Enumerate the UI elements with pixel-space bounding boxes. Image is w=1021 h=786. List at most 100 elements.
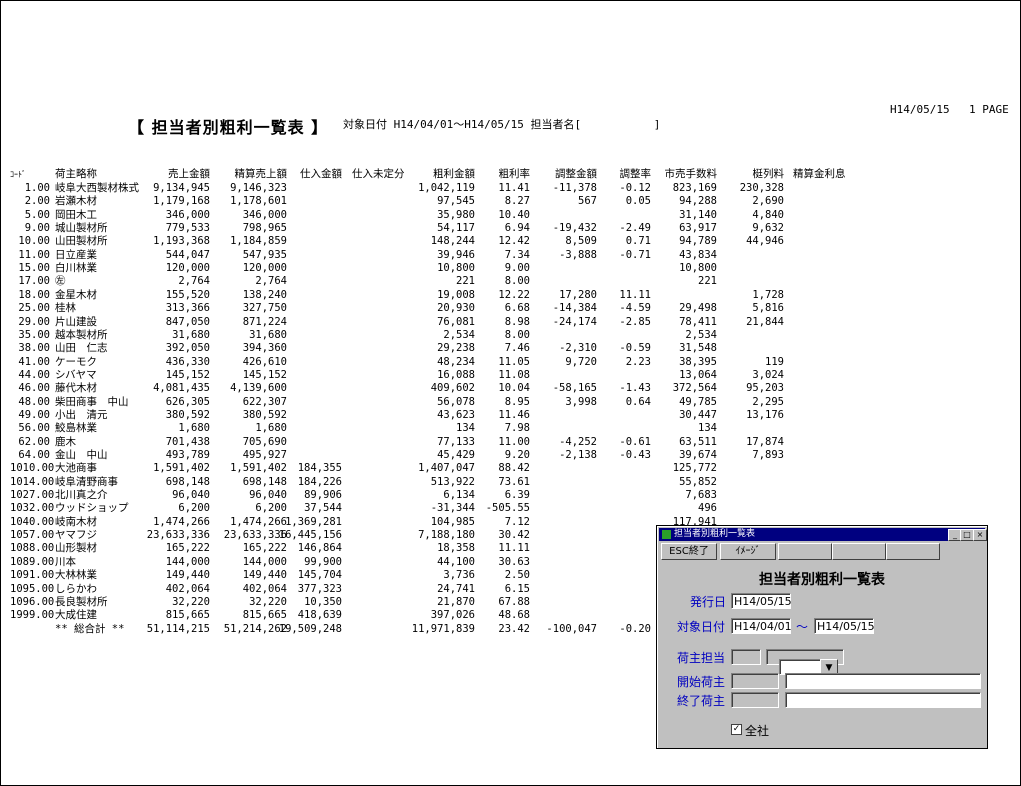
toolbar-button-empty-5[interactable]: [886, 543, 940, 560]
dialog-title: 担当者別粗利一覧表: [674, 529, 756, 539]
cell-lift-fee: 4,840: [752, 209, 784, 221]
report-dialog: 担当者別粗利一覧表 _ □ × ESC終了 ｲﾒｰｼﾞ 担当者別粗利一覧表 発行…: [656, 525, 988, 749]
cell-settled-sales: 495,927: [242, 449, 287, 461]
cell-gross-rate: 2.50: [504, 569, 530, 581]
cell-lift-fee: 119: [765, 356, 784, 368]
cell-adjust-amount: -19,432: [552, 222, 597, 234]
all-company-checkbox[interactable]: ✓: [731, 724, 742, 735]
cell-gross-rate: 23.42: [498, 623, 530, 635]
cell-code: 2.00: [24, 195, 50, 207]
cell-code: 15.00: [18, 262, 50, 274]
header-adjust-amount: 調整金額: [555, 168, 597, 180]
cell-code: 48.00: [18, 396, 50, 408]
cell-gross-profit: 2,534: [443, 329, 475, 341]
close-button[interactable]: ×: [973, 529, 987, 541]
cell-gross-profit: 56,078: [437, 396, 475, 408]
report-title: 【 担当者別粗利一覧表 】: [128, 118, 329, 137]
cell-market-fee: 49,785: [679, 396, 717, 408]
issue-date-field[interactable]: H14/05/15: [731, 593, 792, 609]
cell-gross-rate: 8.95: [504, 396, 530, 408]
cell-lift-fee: 3,024: [752, 369, 784, 381]
cell-gross-profit: 54,117: [437, 222, 475, 234]
cell-gross-profit: -31,344: [430, 502, 475, 514]
cell-code: 1999.00: [10, 609, 55, 621]
target-date-label: 対象日付: [677, 620, 726, 634]
cell-adjust-rate: -0.20: [619, 623, 651, 635]
end-shipper-code-field[interactable]: [731, 692, 779, 708]
cell-gross-rate: 11.00: [498, 436, 530, 448]
toolbar-button-empty-3[interactable]: [778, 543, 832, 560]
shipper-staff-code-field[interactable]: [731, 649, 761, 665]
cell-market-fee: 134: [698, 422, 717, 434]
cell-gross-rate: 6.39: [504, 489, 530, 501]
shipper-staff-label: 荷主担当: [677, 651, 726, 665]
cell-code: 46.00: [18, 382, 50, 394]
issue-date-label: 発行日: [690, 595, 727, 609]
cell-gross-rate: 11.41: [498, 182, 530, 194]
cell-gross-profit: 43,623: [437, 409, 475, 421]
maximize-button[interactable]: □: [960, 529, 974, 541]
cell-settled-sales: 871,224: [242, 316, 287, 328]
cell-lift-fee: 9,632: [752, 222, 784, 234]
cell-gross-profit: 35,980: [437, 209, 475, 221]
cell-code: 1088.00: [10, 542, 55, 554]
esc-exit-button[interactable]: ESC終了: [661, 543, 717, 560]
cell-market-fee: 496: [698, 502, 717, 514]
cell-lift-fee: 1,728: [752, 289, 784, 301]
cell-gross-profit: 409,602: [430, 382, 475, 394]
end-shipper-name-field[interactable]: [785, 692, 981, 708]
cell-purchase-amount: 37,544: [304, 502, 342, 514]
cell-adjust-amount: 8,509: [565, 235, 597, 247]
cell-adjust-amount: -58,165: [552, 382, 597, 394]
cell-gross-profit: 7,188,180: [418, 529, 475, 541]
end-shipper-label: 終了荷主: [677, 694, 726, 708]
cell-market-fee: 221: [698, 275, 717, 287]
cell-purchase-amount: 145,704: [297, 569, 342, 581]
cell-market-fee: 7,683: [685, 489, 717, 501]
cell-code: 38.00: [18, 342, 50, 354]
dialog-titlebar[interactable]: 担当者別粗利一覧表 _ □ ×: [659, 528, 987, 541]
cell-gross-profit: 221: [456, 275, 475, 287]
cell-code: 17.00: [18, 275, 50, 287]
cell-adjust-amount: 9,720: [565, 356, 597, 368]
cell-settled-sales: 138,240: [242, 289, 287, 301]
cell-settled-sales: 705,690: [242, 436, 287, 448]
cell-gross-rate: 8.00: [504, 275, 530, 287]
cell-gross-profit: 18,358: [437, 542, 475, 554]
cell-settled-sales: 380,592: [242, 409, 287, 421]
cell-code: 1089.00: [10, 556, 55, 568]
cell-code: 44.00: [18, 369, 50, 381]
cell-market-fee: 78,411: [679, 316, 717, 328]
start-shipper-code-field[interactable]: [731, 673, 779, 689]
cell-gross-rate: 88.42: [498, 462, 530, 474]
cell-lift-fee: 44,946: [746, 235, 784, 247]
cell-code: 1.00: [24, 182, 50, 194]
cell-market-fee: 29,498: [679, 302, 717, 314]
cell-gross-rate: 30.42: [498, 529, 530, 541]
header-gross-profit: 粗利金額: [433, 168, 475, 180]
cell-lift-fee: 230,328: [739, 182, 784, 194]
cell-gross-profit: 39,946: [437, 249, 475, 261]
image-button[interactable]: ｲﾒｰｼﾞ: [720, 543, 776, 560]
date-to-field[interactable]: H14/05/15: [814, 618, 875, 634]
cell-gross-profit: 20,930: [437, 302, 475, 314]
cell-market-fee: 63,917: [679, 222, 717, 234]
cell-code: 10.00: [18, 235, 50, 247]
cell-gross-rate: 10.04: [498, 382, 530, 394]
cell-market-fee: 372,564: [672, 382, 717, 394]
cell-gross-rate: 7.12: [504, 516, 530, 528]
start-shipper-name-field[interactable]: [785, 673, 981, 689]
date-from-field[interactable]: H14/04/01: [731, 618, 792, 634]
cell-code: 1091.00: [10, 569, 55, 581]
cell-gross-rate: -505.55: [485, 502, 530, 514]
cell-settled-sales: 31,680: [249, 329, 287, 341]
cell-market-fee: 823,169: [672, 182, 717, 194]
cell-settled-sales: 1,184,859: [230, 235, 287, 247]
cell-purchase-amount: 10,350: [304, 596, 342, 608]
cell-gross-profit: 397,026: [430, 609, 475, 621]
cell-gross-profit: 44,100: [437, 556, 475, 568]
toolbar-button-empty-4[interactable]: [832, 543, 886, 560]
cell-gross-rate: 48.68: [498, 609, 530, 621]
cell-purchase-amount: 146,864: [297, 542, 342, 554]
cell-lift-fee: 5,816: [752, 302, 784, 314]
